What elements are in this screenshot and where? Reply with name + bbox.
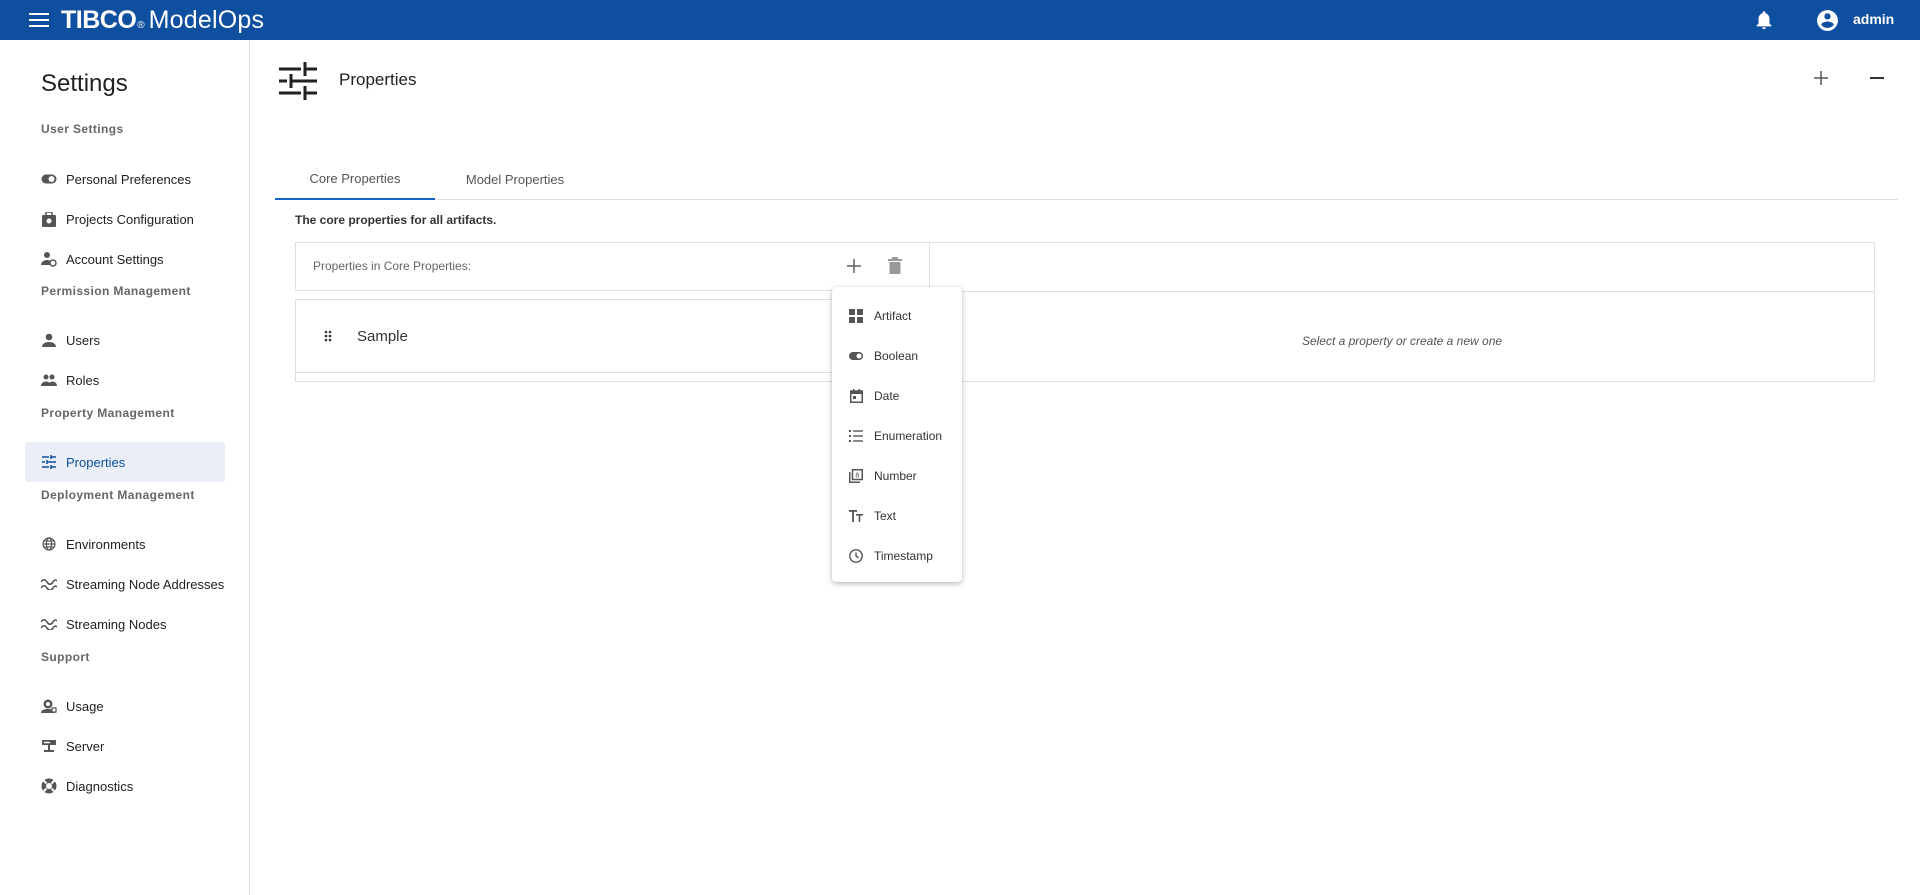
drag-handle-icon[interactable] bbox=[324, 330, 332, 342]
property-list-title: Properties in Core Properties: bbox=[313, 259, 472, 273]
toggle-icon bbox=[41, 171, 57, 187]
wave-icon bbox=[41, 616, 57, 632]
menu-item-label: Artifact bbox=[874, 309, 912, 323]
sidebar-item-label: Personal Preferences bbox=[66, 171, 192, 187]
menu-item-label: Boolean bbox=[874, 349, 919, 363]
group-icon bbox=[41, 372, 57, 388]
section-support: Support bbox=[41, 650, 90, 664]
main-content: Properties Core Properties Model Propert… bbox=[251, 40, 1920, 895]
sidebar-item-usage[interactable]: Usage bbox=[25, 686, 225, 726]
menu-icon[interactable] bbox=[29, 13, 49, 27]
properties-sliders-icon bbox=[279, 62, 317, 100]
sidebar-item-label: Streaming Nodes bbox=[66, 616, 167, 632]
empty-state-message: Select a property or create a new one bbox=[1301, 334, 1503, 348]
server-icon bbox=[41, 738, 57, 754]
menu-item-label: Number bbox=[874, 469, 917, 483]
tab-model-properties[interactable]: Model Properties bbox=[435, 158, 595, 200]
usage-icon bbox=[41, 698, 57, 714]
sidebar-item-users[interactable]: Users bbox=[25, 320, 225, 360]
account-icon bbox=[41, 251, 57, 267]
delete-property-icon[interactable] bbox=[888, 257, 902, 274]
add-property-icon[interactable] bbox=[846, 258, 862, 274]
top-app-bar: TIBCO ® ModelOps admin bbox=[0, 0, 1920, 40]
diagnostics-icon bbox=[41, 778, 57, 794]
page-title: Properties bbox=[339, 70, 417, 89]
username-label[interactable]: admin bbox=[1853, 11, 1894, 27]
menu-item-number[interactable]: 8 Number bbox=[832, 456, 962, 496]
property-list-header: Properties in Core Properties: bbox=[295, 242, 930, 291]
brand-logo[interactable]: TIBCO ® ModelOps bbox=[61, 6, 264, 34]
sidebar-item-account-settings[interactable]: Account Settings bbox=[25, 239, 225, 279]
menu-item-label: Text bbox=[874, 509, 897, 523]
menu-item-label: Date bbox=[874, 389, 900, 403]
menu-item-date[interactable]: Date bbox=[832, 376, 962, 416]
brand-company: TIBCO bbox=[61, 6, 137, 34]
menu-item-enumeration[interactable]: Enumeration bbox=[832, 416, 962, 456]
sidebar-item-label: Server bbox=[66, 738, 105, 754]
menu-item-text[interactable]: Text bbox=[832, 496, 962, 536]
sidebar-item-label: Users bbox=[66, 332, 100, 348]
brand-registered-mark: ® bbox=[137, 20, 145, 31]
sidebar-item-label: Diagnostics bbox=[66, 778, 134, 794]
brand-product: ModelOps bbox=[148, 6, 265, 34]
menu-item-artifact[interactable]: Artifact bbox=[832, 296, 962, 336]
account-circle-icon[interactable] bbox=[1815, 8, 1840, 33]
calendar-icon bbox=[849, 389, 863, 403]
tab-description: The core properties for all artifacts. bbox=[295, 213, 497, 227]
section-permission-management: Permission Management bbox=[41, 284, 191, 298]
sliders-icon bbox=[41, 454, 57, 470]
sidebar-item-label: Properties bbox=[66, 454, 126, 470]
add-icon[interactable] bbox=[1811, 68, 1831, 88]
tab-core-properties[interactable]: Core Properties bbox=[275, 158, 435, 200]
artifact-icon bbox=[849, 309, 863, 323]
svg-text:8: 8 bbox=[855, 472, 859, 480]
property-type-menu: Artifact Boolean Date Enumeration 8 Numb… bbox=[832, 287, 962, 582]
project-icon bbox=[41, 211, 57, 227]
section-property-management: Property Management bbox=[41, 406, 175, 420]
wave-icon bbox=[41, 576, 57, 592]
sidebar-item-environments[interactable]: Environments bbox=[25, 524, 225, 564]
settings-sidebar: Settings User Settings Personal Preferen… bbox=[0, 40, 250, 895]
sidebar-item-label: Account Settings bbox=[66, 251, 164, 267]
sidebar-item-label: Environments bbox=[66, 536, 146, 552]
sidebar-item-personal-preferences[interactable]: Personal Preferences bbox=[25, 159, 225, 199]
sidebar-item-streaming-node-addresses[interactable]: Streaming Node Addresses bbox=[25, 564, 225, 604]
sidebar-item-server[interactable]: Server bbox=[25, 726, 225, 766]
detail-divider bbox=[930, 291, 1874, 292]
sidebar-item-label: Streaming Node Addresses bbox=[66, 576, 225, 592]
sidebar-item-roles[interactable]: Roles bbox=[25, 360, 225, 400]
toggle-icon bbox=[849, 349, 863, 363]
clock-icon bbox=[849, 549, 863, 563]
property-detail-panel: Select a property or create a new one bbox=[929, 242, 1875, 382]
number-icon: 8 bbox=[849, 469, 863, 483]
menu-item-boolean[interactable]: Boolean bbox=[832, 336, 962, 376]
sidebar-item-label: Usage bbox=[66, 698, 104, 714]
sidebar-title: Settings bbox=[41, 70, 128, 97]
property-name[interactable]: Sample bbox=[357, 328, 408, 345]
sidebar-item-projects-configuration[interactable]: Projects Configuration bbox=[25, 199, 225, 239]
notifications-bell-icon[interactable] bbox=[1753, 9, 1775, 31]
sidebar-item-label: Projects Configuration bbox=[66, 211, 194, 227]
sidebar-item-label: Roles bbox=[66, 372, 100, 388]
user-icon bbox=[41, 332, 57, 348]
property-tabs: Core Properties Model Properties bbox=[275, 158, 1898, 200]
section-user-settings: User Settings bbox=[41, 122, 124, 136]
section-deployment-management: Deployment Management bbox=[41, 488, 195, 502]
sidebar-item-properties[interactable]: Properties bbox=[25, 442, 225, 482]
text-icon bbox=[849, 509, 863, 523]
menu-item-label: Timestamp bbox=[874, 549, 933, 563]
sidebar-item-streaming-nodes[interactable]: Streaming Nodes bbox=[25, 604, 225, 644]
collapse-icon[interactable] bbox=[1867, 68, 1887, 88]
menu-item-timestamp[interactable]: Timestamp bbox=[832, 536, 962, 576]
list-icon bbox=[849, 429, 863, 443]
menu-item-label: Enumeration bbox=[874, 429, 943, 443]
sidebar-item-diagnostics[interactable]: Diagnostics bbox=[25, 766, 225, 806]
globe-icon bbox=[41, 536, 57, 552]
